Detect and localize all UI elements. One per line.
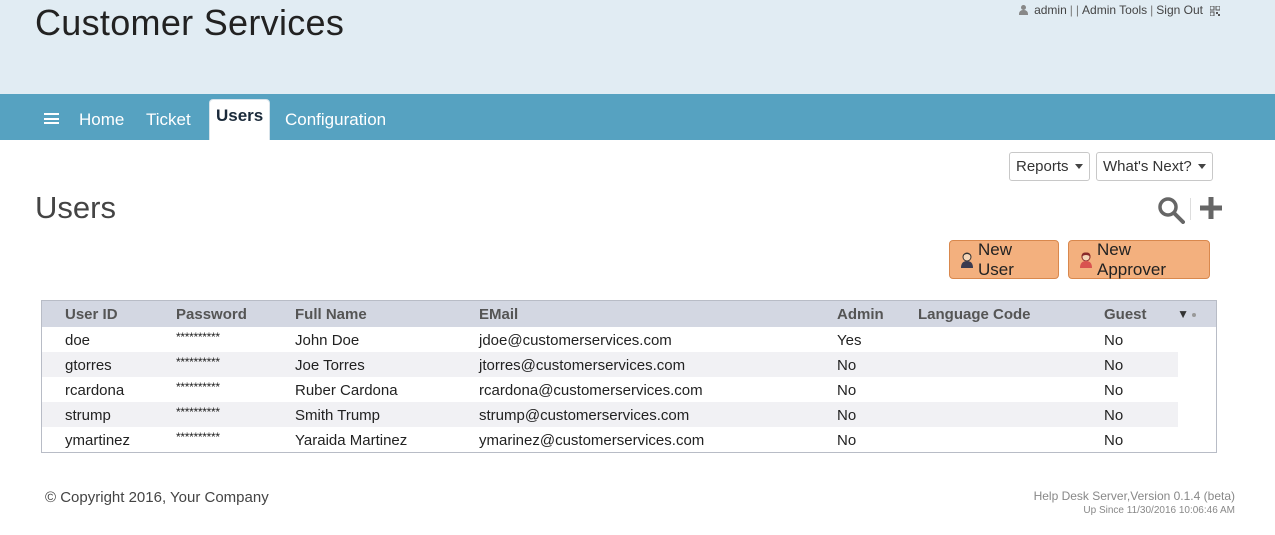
admin-tools-link[interactable]: Admin Tools — [1082, 3, 1147, 17]
column-header-email[interactable]: EMail — [479, 301, 518, 327]
cell-user-id: rcardona — [65, 382, 125, 399]
table-row[interactable]: ymartinez ********** Yaraida Martinez ym… — [42, 427, 1178, 452]
nav-item-users[interactable]: Users — [209, 99, 271, 140]
cell-email: strump@customerservices.com — [479, 407, 690, 424]
whats-next-dropdown[interactable]: What's Next? — [1096, 152, 1213, 181]
version-text: Help Desk Server,Version 0.1.4 (beta) — [1033, 489, 1235, 503]
cell-admin: No — [837, 432, 857, 449]
cell-guest: No — [1104, 432, 1124, 449]
search-icon[interactable] — [1157, 196, 1185, 224]
user-male-icon — [960, 252, 974, 268]
cell-user-id: ymartinez — [65, 432, 131, 449]
table-row[interactable]: strump ********** Smith Trump strump@cus… — [42, 402, 1178, 427]
qr-icon[interactable] — [1209, 5, 1221, 17]
table-row[interactable]: rcardona ********** Ruber Cardona rcardo… — [42, 377, 1178, 402]
cell-email: jtorres@customerservices.com — [479, 357, 686, 374]
table-row[interactable]: doe ********** John Doe jdoe@customerser… — [42, 327, 1178, 352]
cell-password: ********** — [176, 405, 220, 419]
cell-guest: No — [1104, 382, 1124, 399]
hamburger-icon[interactable] — [44, 113, 59, 124]
up-since-text: Up Since 11/30/2016 10:06:46 AM — [1083, 505, 1235, 516]
main-navbar: Home Ticket Users Configuration — [0, 94, 1275, 140]
nav-item-home[interactable]: Home — [79, 94, 124, 140]
cell-guest: No — [1104, 407, 1124, 424]
nav-item-ticket[interactable]: Ticket — [146, 94, 191, 140]
separator: | — [1075, 3, 1080, 17]
column-header-password[interactable]: Password — [176, 301, 247, 327]
user-female-icon — [1079, 251, 1093, 268]
whats-next-label: What's Next? — [1103, 158, 1192, 175]
cell-user-id: strump — [65, 407, 111, 424]
divider — [1190, 198, 1191, 220]
app-title: Customer Services — [35, 2, 345, 43]
column-header-admin[interactable]: Admin — [837, 301, 884, 327]
users-grid: User ID Password Full Name EMail Admin L… — [41, 300, 1217, 453]
column-header-full-name[interactable]: Full Name — [295, 301, 367, 327]
page-title: Users — [35, 190, 116, 225]
cell-user-id: gtorres — [65, 357, 112, 374]
cell-email: ymarinez@customerservices.com — [479, 432, 705, 449]
plus-icon[interactable] — [1200, 197, 1222, 219]
top-header: Customer Services admin | | Admin Tools … — [0, 0, 1275, 94]
nav-item-configuration[interactable]: Configuration — [285, 94, 386, 140]
new-approver-label: New Approver — [1097, 239, 1166, 279]
caret-down-icon — [1197, 164, 1206, 169]
new-user-button[interactable]: New User — [949, 240, 1059, 279]
cell-guest: No — [1104, 357, 1124, 374]
user-links: admin | | Admin Tools | Sign Out — [1019, 3, 1221, 17]
cell-password: ********** — [176, 380, 220, 394]
column-menu-icon[interactable]: ▼ — [1177, 307, 1196, 321]
reports-dropdown[interactable]: Reports — [1009, 152, 1090, 181]
caret-down-icon — [1074, 164, 1083, 169]
sign-out-link[interactable]: Sign Out — [1156, 3, 1203, 17]
cell-admin: No — [837, 407, 857, 424]
cell-password: ********** — [176, 430, 220, 444]
cell-admin: Yes — [837, 332, 862, 349]
column-header-guest[interactable]: Guest — [1104, 301, 1147, 327]
user-icon — [1019, 5, 1029, 15]
grid-header: User ID Password Full Name EMail Admin L… — [42, 301, 1216, 327]
cell-password: ********** — [176, 355, 220, 369]
cell-admin: No — [837, 382, 857, 399]
cell-admin: No — [837, 357, 857, 374]
reports-label: Reports — [1016, 158, 1069, 175]
copyright-text: © Copyright 2016, Your Company — [45, 489, 269, 506]
separator: | — [1069, 3, 1073, 17]
table-row[interactable]: gtorres ********** Joe Torres jtorres@cu… — [42, 352, 1178, 377]
cell-full-name: Joe Torres — [295, 357, 365, 374]
separator: | — [1150, 3, 1154, 17]
cell-password: ********** — [176, 330, 220, 344]
new-approver-button[interactable]: New Approver — [1068, 240, 1210, 279]
cell-full-name: John Doe — [295, 332, 360, 349]
cell-full-name: Ruber Cardona — [295, 382, 398, 399]
column-header-user-id[interactable]: User ID — [65, 301, 118, 327]
column-header-language-code[interactable]: Language Code — [918, 301, 1031, 327]
new-user-label: New User — [978, 239, 1014, 279]
cell-full-name: Smith Trump — [295, 407, 381, 424]
cell-user-id: doe — [65, 332, 91, 349]
cell-email: rcardona@customerservices.com — [479, 382, 703, 399]
cell-guest: No — [1104, 332, 1124, 349]
cell-email: jdoe@customerservices.com — [479, 332, 672, 349]
cell-full-name: Yaraida Martinez — [295, 432, 408, 449]
user-name-link[interactable]: admin — [1034, 3, 1067, 17]
